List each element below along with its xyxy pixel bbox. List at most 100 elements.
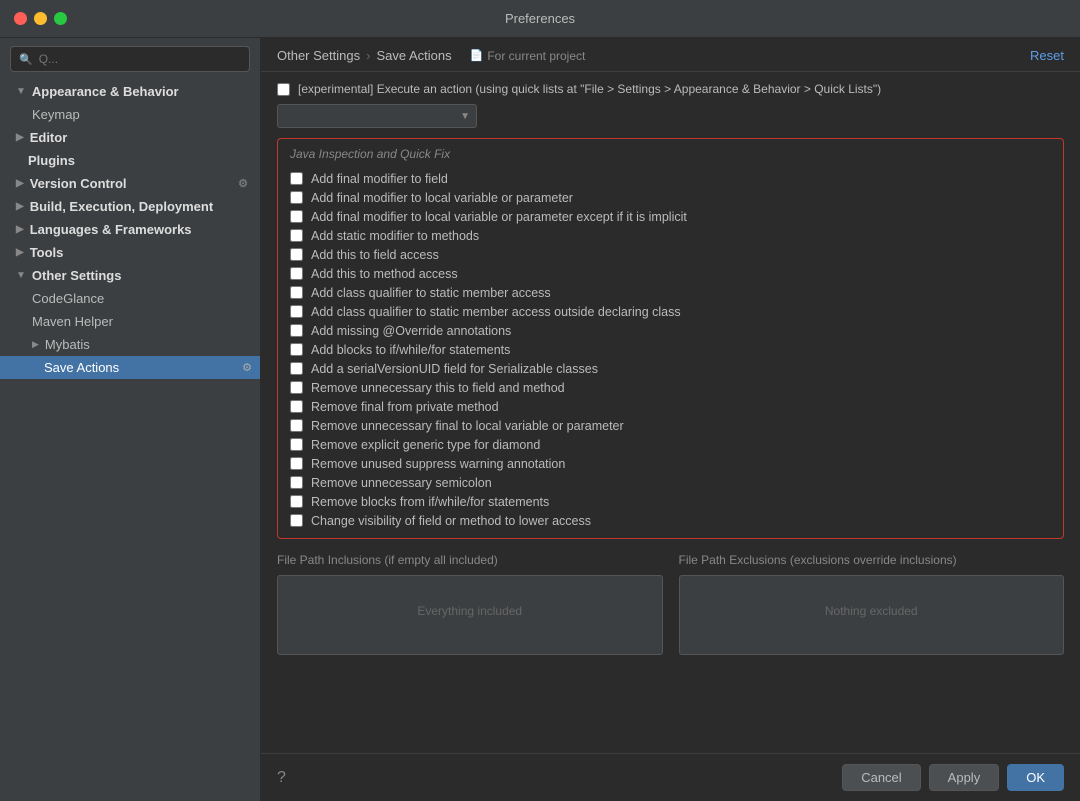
inspection-item-checkbox[interactable] <box>290 229 303 242</box>
sidebar-item-other-settings[interactable]: ▼ Other Settings <box>0 264 260 287</box>
inspection-item-checkbox[interactable] <box>290 495 303 508</box>
inspection-item-label: Add this to method access <box>311 267 458 281</box>
breadcrumb-parent: Other Settings <box>277 48 360 63</box>
file-paths-section: File Path Inclusions (if empty all inclu… <box>277 549 1064 655</box>
inspection-item-label: Add missing @Override annotations <box>311 324 511 338</box>
experimental-checkbox-row: [experimental] Execute an action (using … <box>277 82 1064 96</box>
experimental-checkbox[interactable] <box>277 83 290 96</box>
window-title: Preferences <box>505 11 575 26</box>
sidebar-item-maven-helper[interactable]: Maven Helper <box>0 310 260 333</box>
inspection-item: Remove unnecessary final to local variab… <box>290 416 1051 435</box>
inspection-item-checkbox[interactable] <box>290 419 303 432</box>
inspection-item-checkbox[interactable] <box>290 514 303 527</box>
exclusions-label: File Path Exclusions (exclusions overrid… <box>679 549 1065 571</box>
inspection-item: Remove unnecessary this to field and met… <box>290 378 1051 397</box>
inspection-item: Add missing @Override annotations <box>290 321 1051 340</box>
inspection-item: Remove unnecessary semicolon <box>290 473 1051 492</box>
exclusions-list[interactable]: Nothing excluded <box>679 575 1065 655</box>
inspection-item-checkbox[interactable] <box>290 191 303 204</box>
chevron-right-icon: ▶ <box>16 201 24 212</box>
inspection-item-checkbox[interactable] <box>290 400 303 413</box>
inspection-item-checkbox[interactable] <box>290 172 303 185</box>
inspection-item-label: Remove final from private method <box>311 400 499 414</box>
inspection-item-checkbox[interactable] <box>290 476 303 489</box>
inclusions-list[interactable]: Everything included <box>277 575 663 655</box>
footer-buttons: Cancel Apply OK <box>842 764 1064 791</box>
inspection-item-label: Change visibility of field or method to … <box>311 514 591 528</box>
inspection-item: Add static modifier to methods <box>290 226 1051 245</box>
sidebar-item-label: CodeGlance <box>32 291 104 306</box>
sidebar-item-editor[interactable]: ▶ Editor <box>0 126 260 149</box>
inspection-item-label: Add final modifier to local variable or … <box>311 191 573 205</box>
inspection-item-checkbox[interactable] <box>290 324 303 337</box>
project-icon: 📄 <box>470 49 484 62</box>
sidebar-item-label: Maven Helper <box>32 314 113 329</box>
sidebar-item-tools[interactable]: ▶ Tools <box>0 241 260 264</box>
search-input[interactable] <box>39 52 241 66</box>
sidebar-item-label: Other Settings <box>32 268 122 283</box>
chevron-right-icon: ▶ <box>32 339 39 350</box>
chevron-down-icon: ▼ <box>460 111 470 122</box>
cancel-button[interactable]: Cancel <box>842 764 920 791</box>
sidebar-item-mybatis[interactable]: ▶ Mybatis <box>0 333 260 356</box>
sidebar-item-save-actions[interactable]: Save Actions ⚙ <box>0 356 260 379</box>
inspection-item-label: Add a serialVersionUID field for Seriali… <box>311 362 598 376</box>
sidebar-item-label: Tools <box>30 245 64 260</box>
sidebar-item-plugins[interactable]: Plugins <box>0 149 260 172</box>
quick-list-dropdown[interactable]: ▼ <box>277 104 477 128</box>
sidebar-item-label: Mybatis <box>45 337 90 352</box>
quick-list-dropdown-row: ▼ <box>277 104 1064 128</box>
inclusions-empty-text: Everything included <box>278 576 662 646</box>
file-exclusions-col: File Path Exclusions (exclusions overrid… <box>679 549 1065 655</box>
inspection-item-checkbox[interactable] <box>290 343 303 356</box>
breadcrumb-separator: › <box>366 48 370 63</box>
inspection-item-checkbox[interactable] <box>290 210 303 223</box>
inspection-item-checkbox[interactable] <box>290 457 303 470</box>
sidebar-item-codeglance[interactable]: CodeGlance <box>0 287 260 310</box>
inspection-item-checkbox[interactable] <box>290 267 303 280</box>
content-footer: ? Cancel Apply OK <box>261 753 1080 801</box>
ok-button[interactable]: OK <box>1007 764 1064 791</box>
sidebar-item-languages[interactable]: ▶ Languages & Frameworks <box>0 218 260 241</box>
sync-icon: ⚙ <box>242 361 252 374</box>
inspection-item: Change visibility of field or method to … <box>290 511 1051 530</box>
search-box[interactable]: 🔍 <box>10 46 250 72</box>
search-icon: 🔍 <box>19 53 33 66</box>
minimize-button[interactable] <box>34 12 47 25</box>
inspection-item: Add this to field access <box>290 245 1051 264</box>
window-controls[interactable] <box>14 12 67 25</box>
sidebar-item-version-control[interactable]: ▶ Version Control ⚙ <box>0 172 260 195</box>
inspection-item-checkbox[interactable] <box>290 248 303 261</box>
chevron-right-icon: ▶ <box>16 178 24 189</box>
apply-button[interactable]: Apply <box>929 764 1000 791</box>
inspection-item-checkbox[interactable] <box>290 305 303 318</box>
inspection-item-checkbox[interactable] <box>290 381 303 394</box>
sidebar-item-label: Appearance & Behavior <box>32 84 179 99</box>
inspection-item-checkbox[interactable] <box>290 362 303 375</box>
inspection-item-checkbox[interactable] <box>290 438 303 451</box>
inspection-item-label: Remove blocks from if/while/for statemen… <box>311 495 549 509</box>
title-bar: Preferences <box>0 0 1080 38</box>
sidebar-item-label: Languages & Frameworks <box>30 222 192 237</box>
inspection-item-checkbox[interactable] <box>290 286 303 299</box>
exclusions-empty-text: Nothing excluded <box>680 576 1064 646</box>
sidebar-item-build[interactable]: ▶ Build, Execution, Deployment <box>0 195 260 218</box>
help-icon[interactable]: ? <box>277 769 286 787</box>
close-button[interactable] <box>14 12 27 25</box>
sidebar-item-appearance[interactable]: ▼ Appearance & Behavior <box>0 80 260 103</box>
inspection-item: Add final modifier to local variable or … <box>290 207 1051 226</box>
maximize-button[interactable] <box>54 12 67 25</box>
inspection-title: Java Inspection and Quick Fix <box>290 147 1051 161</box>
inspection-item: Add final modifier to local variable or … <box>290 188 1051 207</box>
file-inclusions-col: File Path Inclusions (if empty all inclu… <box>277 549 663 655</box>
inspection-item-label: Add final modifier to local variable or … <box>311 210 687 224</box>
inclusions-label: File Path Inclusions (if empty all inclu… <box>277 549 663 571</box>
sidebar-item-label: Plugins <box>28 153 75 168</box>
content-header: Other Settings › Save Actions 📄 For curr… <box>261 38 1080 72</box>
sidebar-item-keymap[interactable]: Keymap <box>0 103 260 126</box>
inspection-item-label: Add this to field access <box>311 248 439 262</box>
reset-button[interactable]: Reset <box>1030 48 1064 63</box>
chevron-down-icon: ▼ <box>16 270 26 281</box>
chevron-right-icon: ▶ <box>16 247 24 258</box>
inspection-item: Remove unused suppress warning annotatio… <box>290 454 1051 473</box>
